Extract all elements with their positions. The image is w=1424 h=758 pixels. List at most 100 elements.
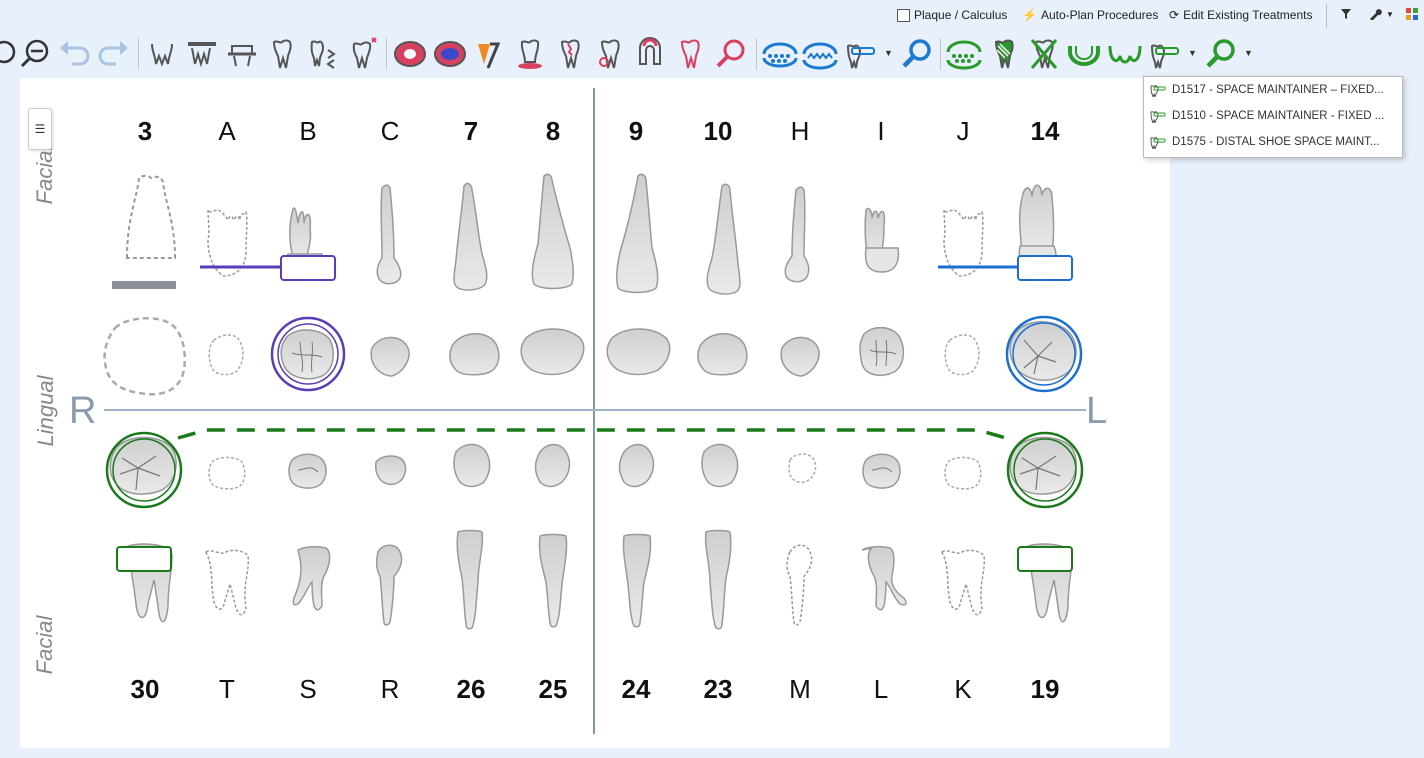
apps-button[interactable]: [1406, 8, 1418, 20]
find-condition-tool[interactable]: [710, 34, 750, 74]
redo-icon: [98, 41, 128, 66]
tooth-number[interactable]: J: [933, 116, 993, 147]
chevron-down-icon[interactable]: ▼: [1188, 48, 1197, 58]
tooth-number[interactable]: T: [197, 674, 257, 705]
plaque-calculus-toggle[interactable]: Plaque / Calculus: [897, 8, 1007, 22]
find-green-tool[interactable]: [1200, 34, 1240, 74]
plaque-checkbox[interactable]: [897, 8, 910, 22]
toolbar-separator: [138, 38, 139, 70]
tooth-number[interactable]: 24: [606, 674, 666, 705]
gum-tool[interactable]: [510, 34, 550, 74]
tooth-number[interactable]: C: [360, 116, 420, 147]
crown-tool[interactable]: [262, 34, 302, 74]
dropdown-item[interactable]: D1575 - DISTAL SHOE SPACE MAINT...: [1144, 129, 1402, 155]
maintainer-green-tool[interactable]: [1144, 34, 1184, 74]
tooth-number[interactable]: 26: [441, 674, 501, 705]
tooth-number[interactable]: L: [851, 674, 911, 705]
tooth-number[interactable]: B: [278, 116, 338, 147]
tooth-number[interactable]: 10: [688, 116, 748, 147]
chevron-down-icon[interactable]: ▼: [1244, 48, 1253, 58]
tooth-3-occlusal: [103, 316, 187, 396]
tooth-H-occlusal: [780, 336, 820, 377]
surface-filling-tool[interactable]: [390, 34, 430, 74]
zoom-out-button[interactable]: [15, 34, 55, 74]
pontic-icon: [228, 45, 256, 67]
tooth-number[interactable]: A: [197, 116, 257, 147]
tooth-cross-green-icon: [1030, 39, 1058, 69]
tooth-number[interactable]: 9: [606, 116, 666, 147]
perio-upper-tool[interactable]: [760, 34, 800, 74]
arch-u-green-tool[interactable]: [1064, 34, 1104, 74]
tooth-number[interactable]: 8: [523, 116, 583, 147]
tooth-T-occlusal: [208, 456, 246, 490]
perio-lower-tool[interactable]: [800, 34, 840, 74]
tooth-number[interactable]: 25: [523, 674, 583, 705]
left-side-label: L: [1086, 390, 1108, 432]
tooth-number[interactable]: 19: [1015, 674, 1075, 705]
tooth-green-striped-tool[interactable]: [984, 34, 1024, 74]
implant-tool[interactable]: [342, 34, 382, 74]
surface-sealant-tool[interactable]: [430, 34, 470, 74]
tooth-number[interactable]: K: [933, 674, 993, 705]
tooth-icon: [272, 39, 292, 69]
tooth-number[interactable]: S: [278, 674, 338, 705]
tooth-number[interactable]: 3: [115, 116, 175, 147]
tooth-8-facial: [531, 173, 575, 290]
arch-blue-icon: [762, 42, 798, 68]
surface-red-icon: [394, 41, 426, 67]
tooth-number[interactable]: 23: [688, 674, 748, 705]
arch-u-green-icon: [1068, 46, 1100, 66]
pontic-tool[interactable]: [222, 34, 262, 74]
dropdown-item[interactable]: D1510 - SPACE MAINTAINER - FIXED ...: [1144, 103, 1402, 129]
swap-tool[interactable]: [302, 34, 342, 74]
tooth-maintainer-green-icon: [1150, 44, 1179, 69]
list-icon: ☰: [34, 122, 46, 136]
tooth-number[interactable]: R: [360, 674, 420, 705]
filter-button[interactable]: [1340, 8, 1352, 20]
maintainer-blue-tool[interactable]: [840, 34, 880, 74]
arch-w-green-icon: [1108, 45, 1142, 64]
dropdown-item-label: D1575 - DISTAL SHOE SPACE MAINT...: [1172, 136, 1380, 148]
missing-tooth-tool[interactable]: [670, 34, 710, 74]
legend-toggle-button[interactable]: ☰: [28, 108, 52, 150]
settings-button[interactable]: ▼: [1368, 8, 1394, 20]
tooth-gum-icon: [518, 39, 542, 69]
undo-button[interactable]: [54, 34, 94, 74]
tooth-10-occlusal: [697, 333, 748, 376]
search-green-icon: [1206, 39, 1235, 68]
toolbar-separator: [940, 38, 941, 70]
perio-green-tool[interactable]: [944, 34, 984, 74]
root-canal-tool[interactable]: [630, 34, 670, 74]
tooth-abscess-icon: [599, 39, 620, 69]
tooth-number[interactable]: 30: [115, 674, 175, 705]
dropdown-item-label: D1517 - SPACE MAINTAINER – FIXED...: [1172, 84, 1384, 96]
find-blue-tool[interactable]: [896, 34, 936, 74]
tooth-25-facial: [538, 533, 568, 628]
veneer-tool[interactable]: [470, 34, 510, 74]
tooth-C-occlusal: [370, 336, 410, 377]
right-side-label: R: [69, 390, 97, 432]
redo-button[interactable]: [94, 34, 134, 74]
tooth-S-occlusal: [288, 453, 327, 489]
dropdown-item[interactable]: D1517 - SPACE MAINTAINER – FIXED...: [1144, 77, 1402, 103]
tooth-roots-icon: [151, 43, 173, 67]
arch-w-green-tool[interactable]: [1104, 34, 1144, 74]
extraction-tool[interactable]: [142, 34, 182, 74]
tooth-23-occlusal: [701, 443, 739, 488]
fracture-tool[interactable]: [550, 34, 590, 74]
tooth-number[interactable]: 7: [441, 116, 501, 147]
abscess-tool[interactable]: [590, 34, 630, 74]
tooth-remove-green-tool[interactable]: [1024, 34, 1064, 74]
apps-icon: [1406, 8, 1418, 20]
edit-existing-button[interactable]: ⟳ Edit Existing Treatments: [1169, 8, 1312, 22]
tooth-number[interactable]: 14: [1015, 116, 1075, 147]
tooth-number[interactable]: M: [770, 674, 830, 705]
bridge-tool[interactable]: [182, 34, 222, 74]
tooth-10-facial: [706, 183, 741, 295]
tooth-K-facial: [941, 549, 986, 616]
chevron-down-icon[interactable]: ▼: [884, 48, 893, 58]
auto-plan-button[interactable]: ⚡ Auto-Plan Procedures: [1022, 8, 1158, 22]
tooth-number[interactable]: H: [770, 116, 830, 147]
search-blue-icon: [902, 39, 931, 68]
tooth-number[interactable]: I: [851, 116, 911, 147]
